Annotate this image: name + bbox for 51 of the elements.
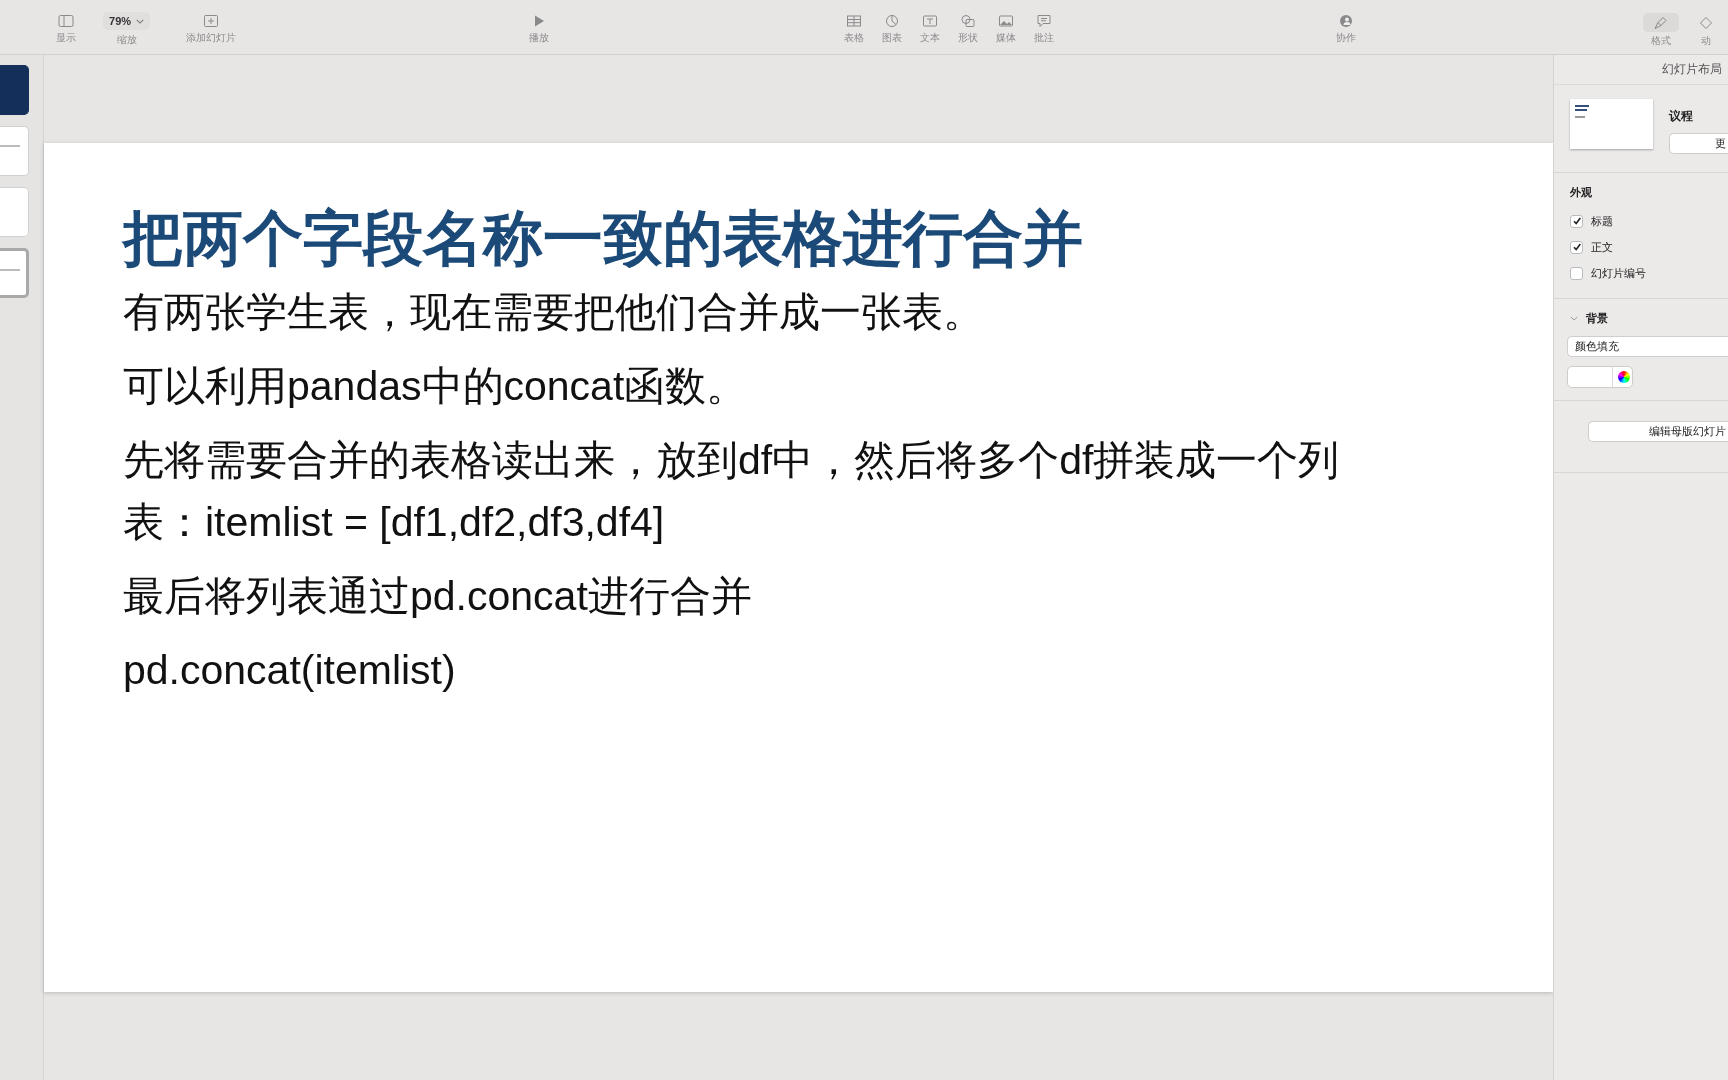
toolbar-label: 显示 [55, 32, 76, 44]
toolbar-label: 形状 [958, 32, 979, 44]
color-well[interactable] [1567, 366, 1633, 388]
toolbar-label: 表格 [844, 32, 865, 44]
disclosure-icon[interactable] [1570, 316, 1578, 321]
comment-icon[interactable] [1036, 14, 1053, 28]
slide-thumbnail[interactable] [0, 65, 29, 115]
section-heading: 背景 [1586, 311, 1608, 326]
add-slide-icon[interactable] [203, 14, 219, 28]
chevron-icon [136, 18, 145, 24]
slide-title: 把两个字段名称一致的表格进行合并 [123, 204, 1084, 274]
slide-paragraph: 最后将列表通过pd.concat进行合并 [123, 572, 753, 621]
toolbar-label: 格式 [1650, 35, 1671, 47]
checkbox[interactable] [1570, 214, 1583, 228]
toolbar-button[interactable] [1642, 13, 1679, 32]
toolbar-label: 媒体 [996, 32, 1017, 44]
layout-name: 议程 [1669, 108, 1694, 125]
zoom-dropdown[interactable]: 79% [103, 12, 151, 30]
image-icon[interactable] [998, 14, 1015, 28]
toolbar-label: 协作 [1335, 32, 1356, 44]
slide-thumbnail[interactable] [0, 248, 29, 298]
layout-thumbnail[interactable] [1570, 99, 1653, 149]
table-icon[interactable] [846, 14, 863, 28]
toolbar-label: 播放 [528, 32, 549, 44]
sidebar-icon[interactable] [57, 14, 74, 28]
toolbar-label: 批注 [1034, 32, 1055, 44]
pie-chart-icon[interactable] [884, 14, 901, 28]
panel-title: 幻灯片布局 [1554, 55, 1728, 85]
diamond-icon [1697, 15, 1714, 30]
toolbar-label: 添加幻灯片 [186, 32, 236, 44]
toolbar-label: 动 [1700, 35, 1711, 47]
color-wheel-icon[interactable] [1618, 371, 1630, 383]
checkbox-label: 幻灯片编号 [1591, 265, 1646, 281]
slide-paragraph: pd.concat(itemlist) [123, 646, 457, 695]
toolbar-label: 文本 [920, 32, 941, 44]
shapes-icon[interactable] [960, 14, 977, 28]
change-layout-button[interactable]: 更 [1669, 133, 1728, 154]
checkbox-label: 正文 [1591, 239, 1613, 255]
people-icon[interactable] [1337, 14, 1354, 28]
checkbox[interactable] [1570, 266, 1583, 280]
section-heading: 外观 [1570, 185, 1593, 200]
slide-paragraph: 可以利用pandas中的concat函数。 [123, 362, 749, 411]
toolbar-label: 图表 [882, 32, 903, 44]
text-box-icon[interactable] [922, 14, 939, 28]
fill-dropdown[interactable]: 颜色填充 [1567, 336, 1728, 357]
checkbox[interactable] [1570, 240, 1583, 254]
edit-master-button[interactable]: 编辑母版幻灯片 [1588, 421, 1728, 442]
slide-paragraph: 有两张学生表，现在需要把他们合并成一张表。 [123, 288, 985, 337]
checkbox-label: 标题 [1591, 213, 1613, 229]
toolbar-label: 缩放 [116, 34, 137, 46]
slide-paragraph: 先将需要合并的表格读出来，放到df中，然后将多个df拼装成一个列表：itemlist = [df1,df2,df3,df4] [123, 436, 1341, 547]
